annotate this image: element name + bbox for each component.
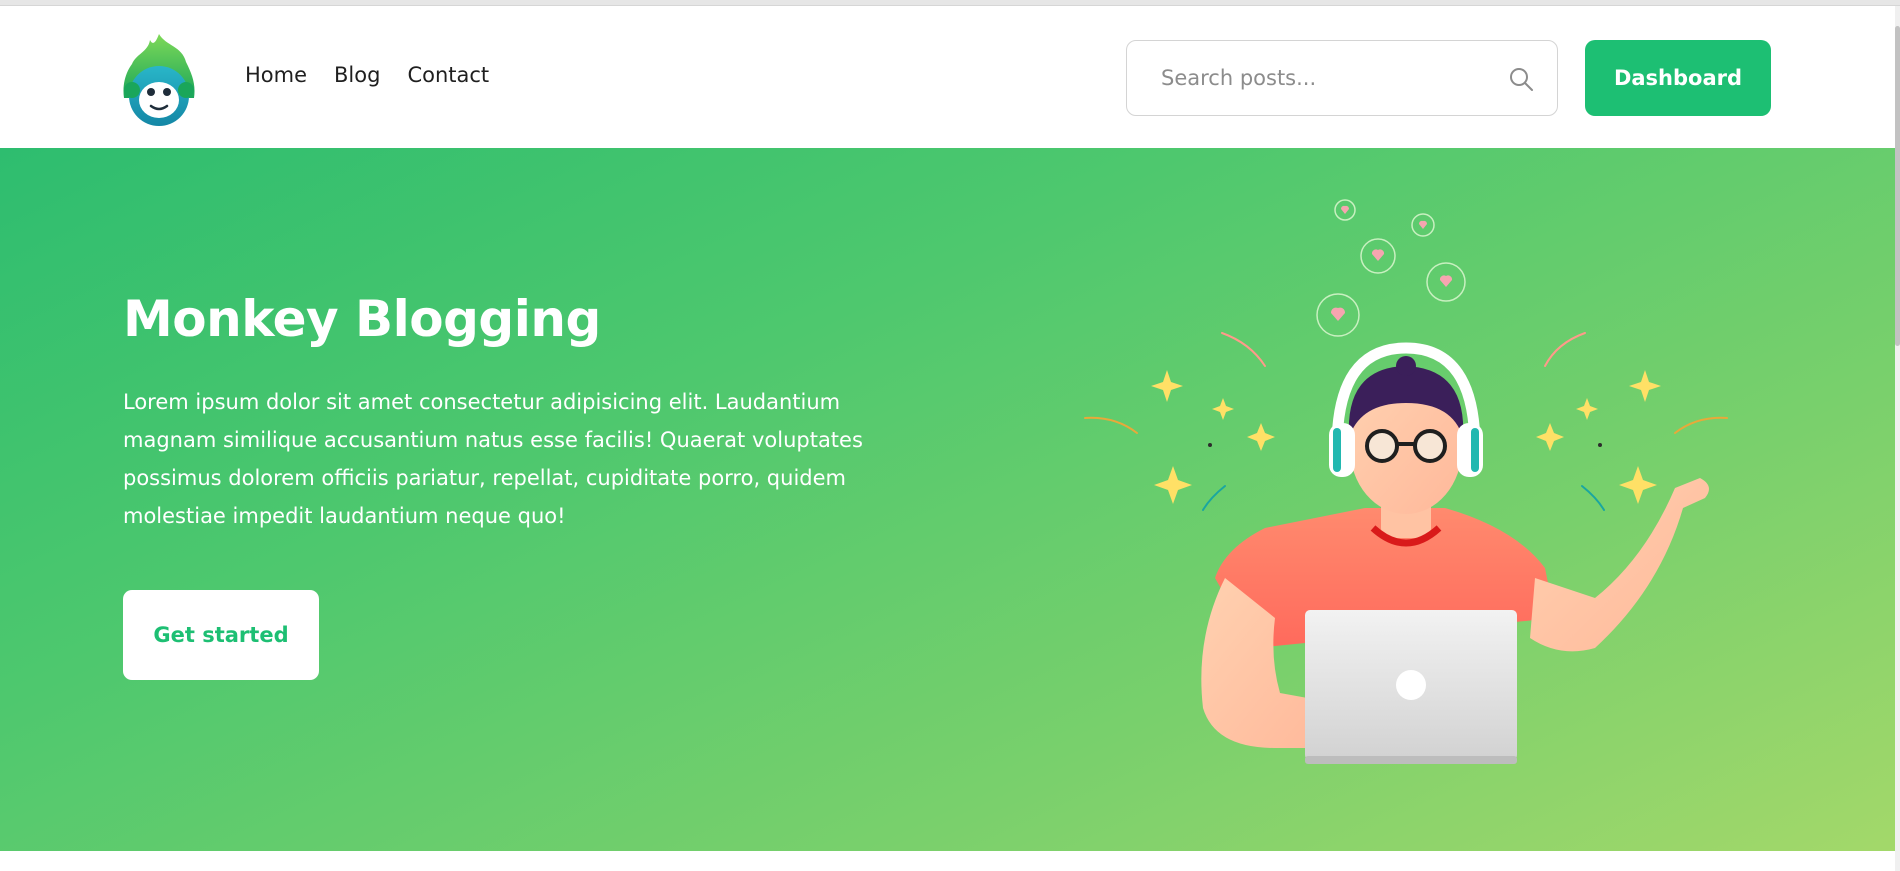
search-input[interactable] bbox=[1161, 41, 1491, 115]
hero-banner: Monkey Blogging Lorem ipsum dolor sit am… bbox=[0, 148, 1895, 851]
hero-illustration bbox=[1084, 199, 1728, 764]
hero-description: Lorem ipsum dolor sit amet consectetur a… bbox=[123, 390, 863, 528]
scrollbar-thumb[interactable] bbox=[1895, 26, 1900, 346]
nav-link-home[interactable]: Home bbox=[245, 63, 307, 87]
page-bottom-area bbox=[0, 851, 1895, 871]
heart-bubbles bbox=[1316, 199, 1466, 337]
site-header: Home Blog Contact Dashboard bbox=[0, 6, 1895, 148]
monkey-logo-icon[interactable] bbox=[120, 32, 198, 126]
vertical-scrollbar[interactable] bbox=[1895, 6, 1900, 871]
search-icon[interactable] bbox=[1507, 65, 1535, 93]
dashboard-button[interactable]: Dashboard bbox=[1585, 40, 1771, 116]
hero-title: Monkey Blogging bbox=[123, 290, 601, 348]
nav-link-blog[interactable]: Blog bbox=[334, 63, 380, 87]
nav-link-contact[interactable]: Contact bbox=[407, 63, 489, 87]
main-nav: Home Blog Contact bbox=[245, 63, 489, 87]
search-box bbox=[1126, 40, 1558, 116]
get-started-button[interactable]: Get started bbox=[123, 590, 319, 680]
person-figure bbox=[1201, 342, 1709, 764]
